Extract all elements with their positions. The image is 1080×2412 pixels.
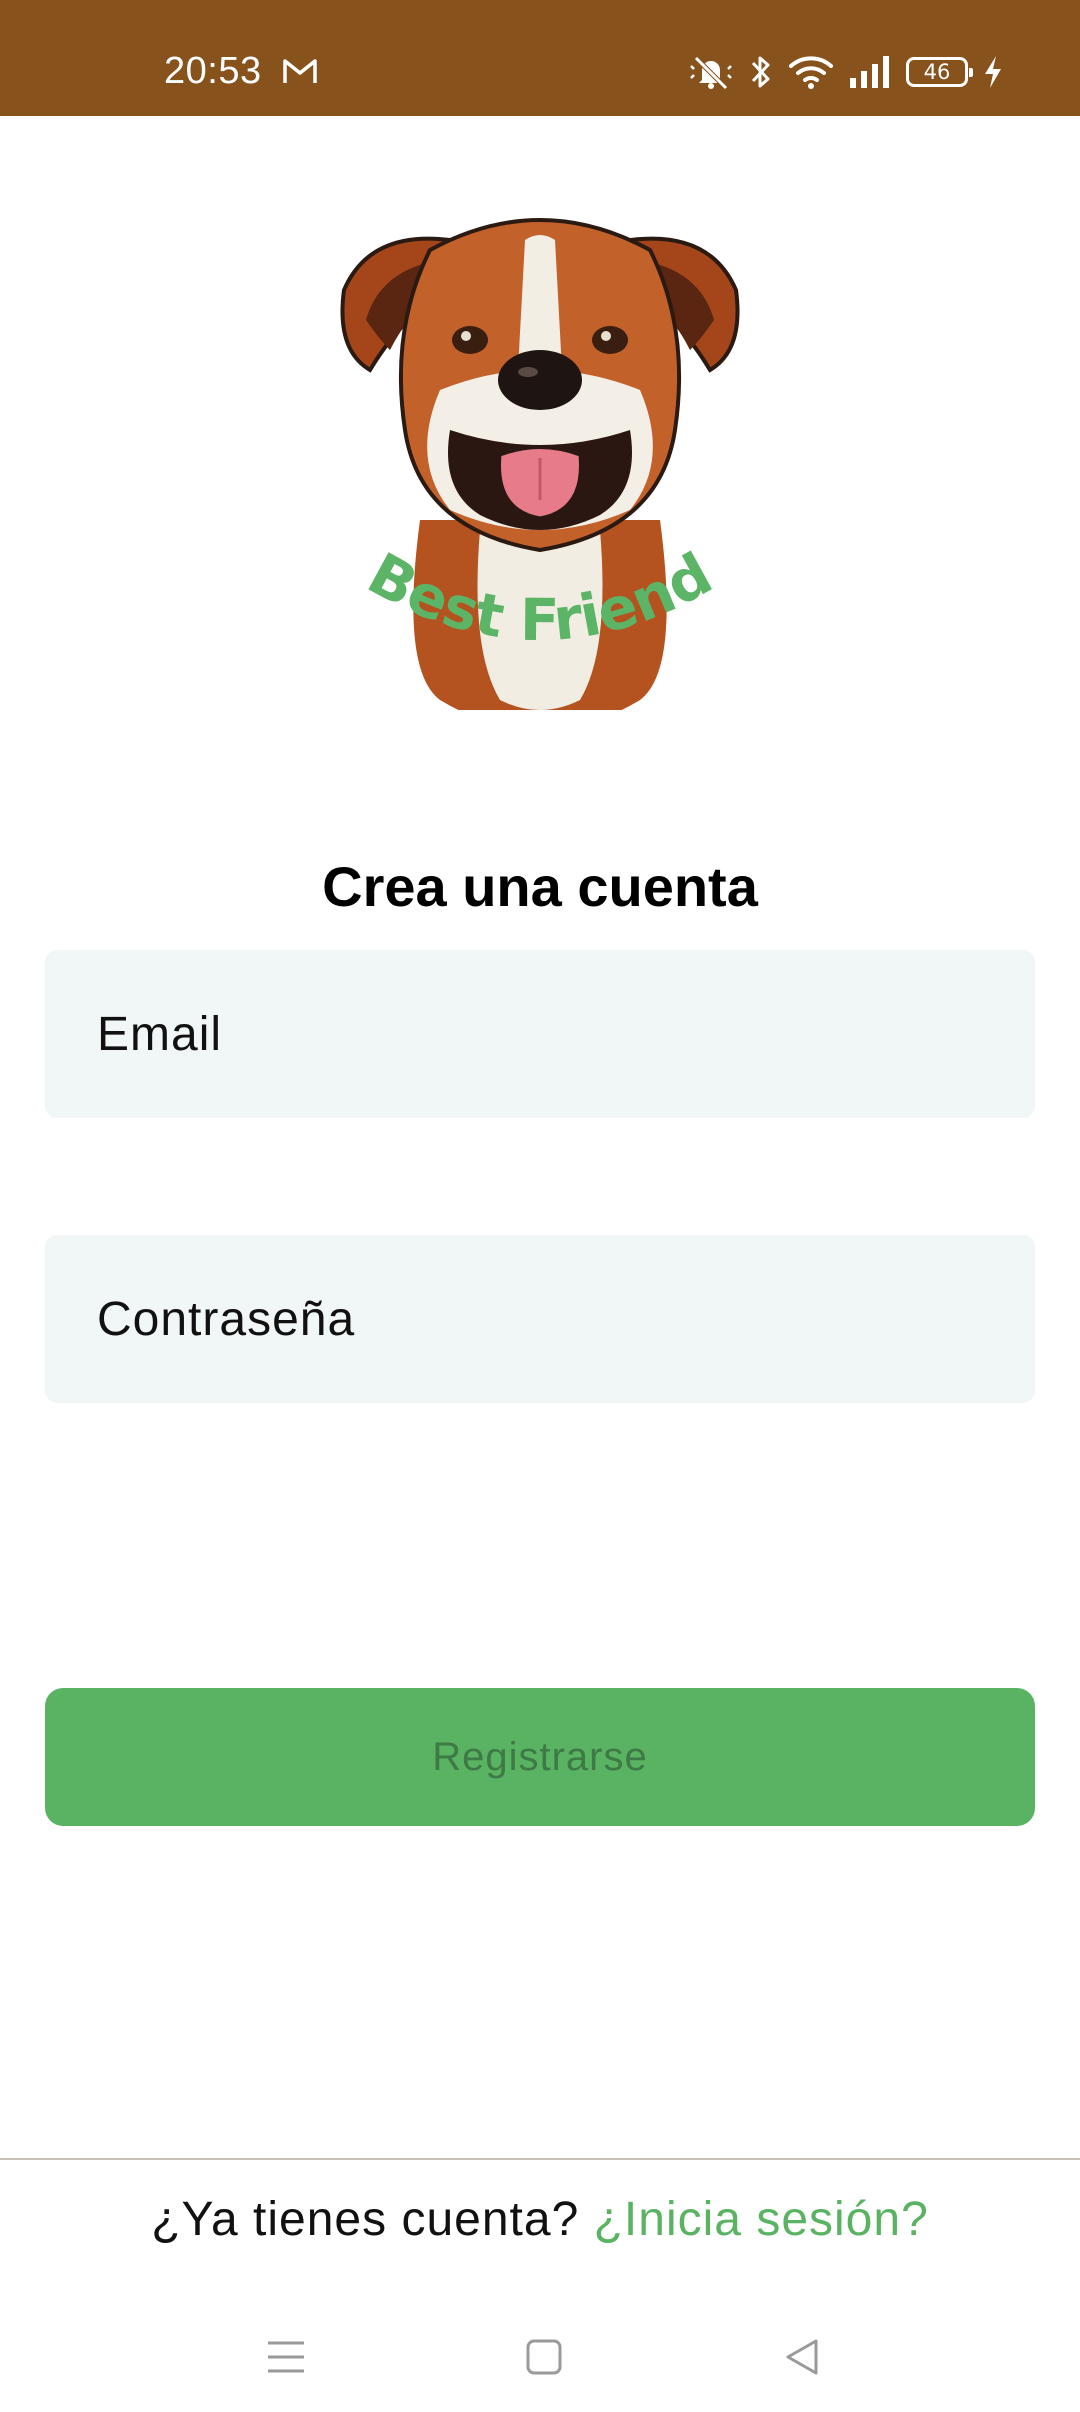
battery-icon: 46 bbox=[906, 57, 973, 87]
login-prompt: ¿Ya tienes cuenta? ¿Inicia sesión? bbox=[0, 2190, 1080, 2250]
home-icon[interactable] bbox=[509, 2322, 579, 2392]
mute-icon bbox=[688, 52, 734, 92]
status-bar: 20:53 46 bbox=[0, 0, 1080, 116]
register-screen: 20:53 46 Best Friend Crea una cuenta Ema… bbox=[0, 0, 1080, 2412]
page-title: Crea una cuenta bbox=[322, 855, 758, 918]
menu-icon[interactable] bbox=[251, 2322, 321, 2392]
gmail-icon bbox=[282, 56, 318, 86]
login-link[interactable]: ¿Inicia sesión? bbox=[594, 2193, 929, 2246]
bluetooth-icon bbox=[748, 52, 774, 92]
password-field[interactable] bbox=[45, 1235, 1035, 1403]
email-input[interactable] bbox=[95, 1005, 1035, 1063]
back-icon[interactable] bbox=[767, 2322, 837, 2392]
navigation-bar bbox=[0, 2300, 1080, 2412]
register-button[interactable]: Registrarse bbox=[45, 1688, 1035, 1826]
wifi-icon bbox=[788, 54, 834, 90]
email-field[interactable] bbox=[45, 950, 1035, 1118]
status-time: 20:53 bbox=[164, 50, 262, 92]
password-input[interactable] bbox=[95, 1290, 1035, 1348]
charging-icon bbox=[982, 54, 1004, 90]
login-question: ¿Ya tienes cuenta? bbox=[151, 2193, 580, 2246]
status-icons: 46 bbox=[688, 50, 1004, 94]
best-friend-logo: Best Friend bbox=[330, 200, 750, 730]
signal-icon bbox=[848, 54, 892, 90]
battery-level: 46 bbox=[923, 59, 951, 84]
footer-divider bbox=[0, 2158, 1080, 2160]
